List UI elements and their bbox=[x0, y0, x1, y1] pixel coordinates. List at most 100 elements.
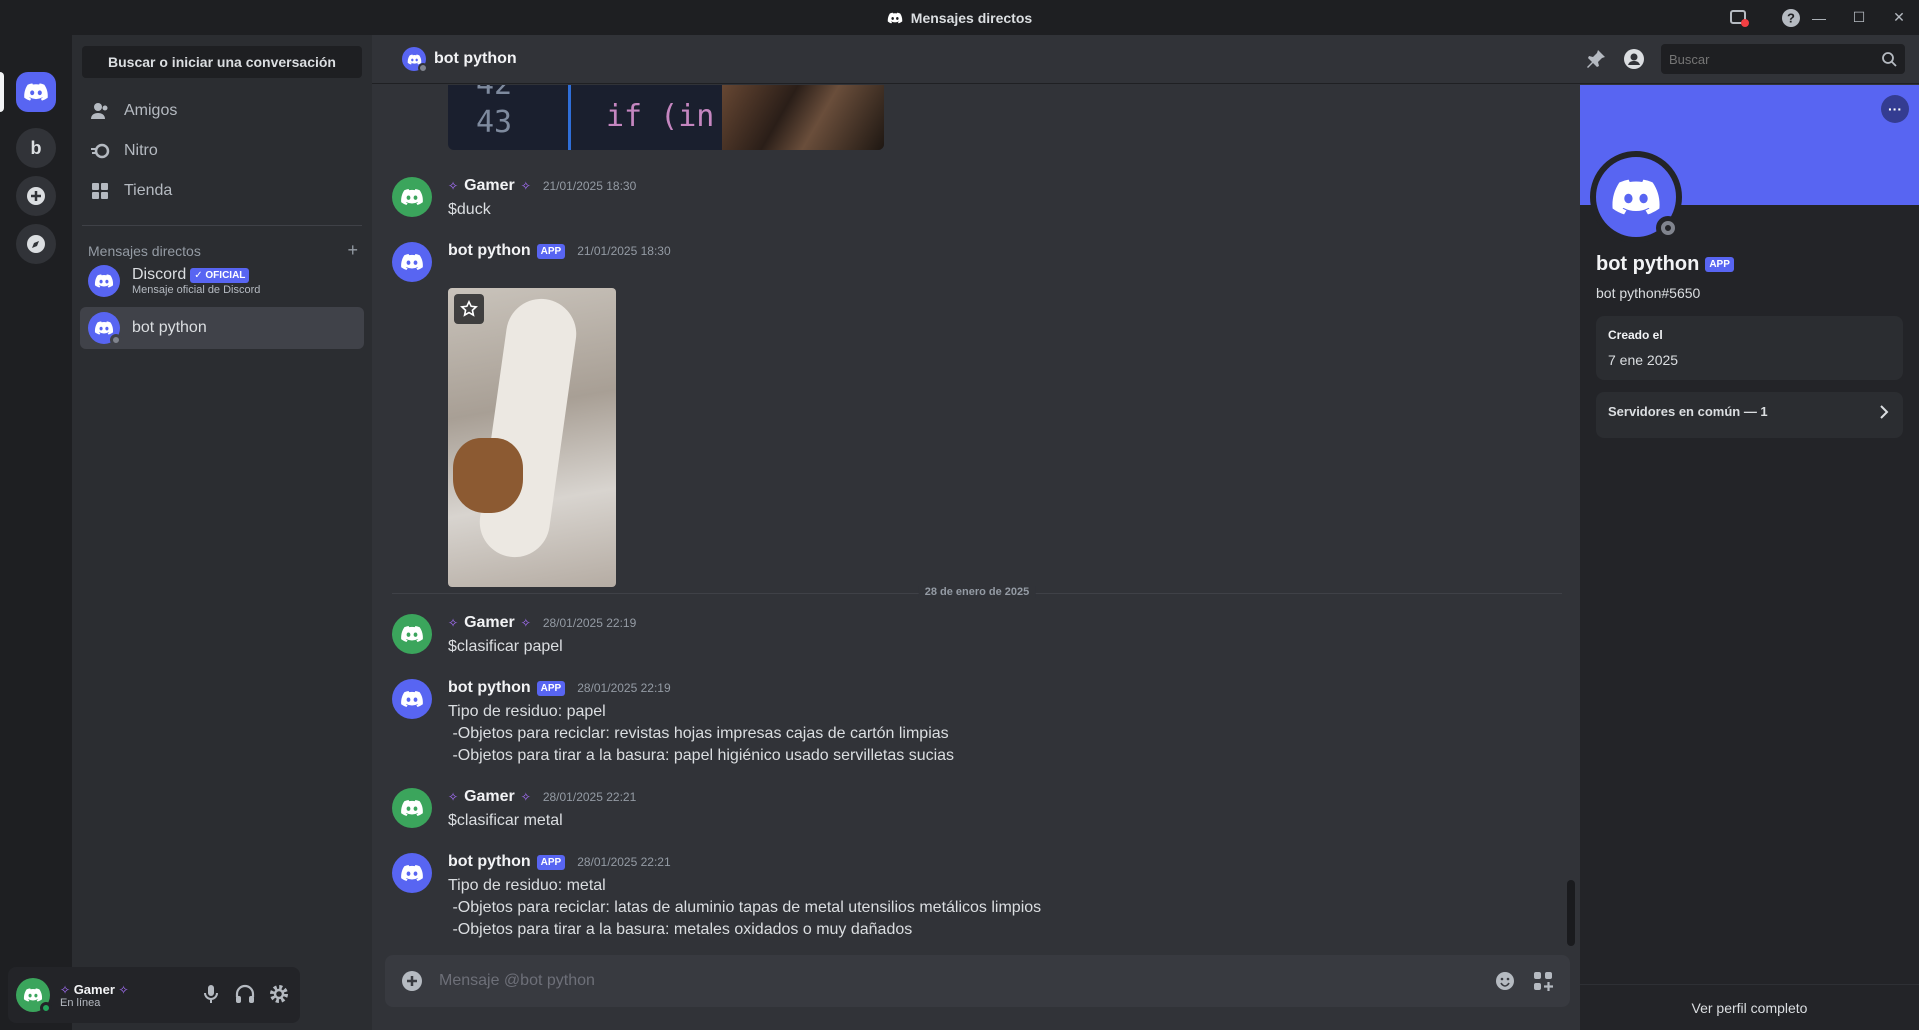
settings-gear-icon[interactable] bbox=[268, 983, 290, 1005]
discord-logo-icon bbox=[94, 271, 114, 291]
plus-circle-icon bbox=[27, 187, 45, 205]
apps-icon[interactable] bbox=[1532, 970, 1554, 992]
help-icon[interactable]: ? bbox=[1781, 8, 1801, 28]
mutual-servers-button[interactable]: Servidores en común — 1 bbox=[1596, 392, 1903, 438]
compass-icon bbox=[27, 235, 45, 253]
avatar[interactable] bbox=[392, 788, 432, 828]
dm-sidebar: Buscar o iniciar una conversación Amigos… bbox=[72, 35, 372, 1030]
dm-item-bot-python[interactable]: bot python bbox=[80, 307, 364, 349]
nav-friends[interactable]: Amigos bbox=[80, 91, 364, 131]
add-server-button[interactable] bbox=[16, 176, 56, 216]
user-avatar[interactable] bbox=[16, 978, 52, 1014]
decoration-icon: ✧ bbox=[60, 982, 71, 997]
profile-tag: bot python#5650 bbox=[1596, 285, 1701, 301]
inbox-alert-icon[interactable] bbox=[1729, 8, 1749, 28]
svg-text:?: ? bbox=[1787, 11, 1795, 26]
channel-name: bot python bbox=[434, 50, 517, 67]
avatar[interactable] bbox=[392, 679, 432, 719]
dm-item-discord[interactable]: Discord ✓ OFICIAL Mensaje oficial de Dis… bbox=[80, 260, 364, 302]
offline-status-icon bbox=[1656, 216, 1680, 240]
discover-button[interactable] bbox=[16, 224, 56, 264]
maximize-icon[interactable]: ☐ bbox=[1839, 9, 1879, 26]
avatar[interactable] bbox=[392, 242, 432, 282]
title-bar: Mensajes directos ? — ☐ ✕ bbox=[0, 0, 1919, 35]
cursor-bar bbox=[568, 85, 571, 150]
user-panel: ✧ Gamer ✧ En línea bbox=[8, 967, 300, 1023]
app-badge: APP bbox=[536, 680, 566, 696]
cat-dog-gif-image[interactable] bbox=[448, 288, 616, 587]
view-full-profile-button[interactable]: Ver perfil completo bbox=[1580, 984, 1919, 1030]
discord-logo-icon bbox=[23, 985, 43, 1005]
decoration-icon: ✧ bbox=[448, 616, 459, 630]
message-input[interactable] bbox=[439, 972, 1494, 990]
user-profile-panel: ··· bot python APP bot python#5650 Cread… bbox=[1580, 85, 1919, 1030]
search-icon bbox=[1882, 52, 1897, 67]
find-conversation-button[interactable]: Buscar o iniciar una conversación bbox=[82, 46, 362, 78]
dm-section-header: Mensajes directos + bbox=[88, 240, 358, 261]
divider bbox=[82, 225, 362, 226]
friends-icon bbox=[91, 103, 108, 119]
avatar[interactable] bbox=[392, 177, 432, 217]
avatar bbox=[402, 47, 428, 73]
avatar[interactable] bbox=[392, 614, 432, 654]
date-separator: 28 de enero de 2025 bbox=[392, 586, 1562, 598]
nav-shop[interactable]: Tienda bbox=[80, 171, 364, 211]
shop-icon bbox=[92, 183, 108, 199]
microphone-icon[interactable] bbox=[200, 983, 222, 1005]
created-card: Creado el 7 ene 2025 bbox=[1596, 316, 1903, 380]
window-controls: — ☐ ✕ bbox=[1799, 0, 1919, 35]
avatar bbox=[88, 265, 120, 297]
profile-name: bot python APP bbox=[1596, 253, 1734, 276]
discord-logo-icon bbox=[400, 796, 424, 820]
add-attachment-icon[interactable] bbox=[401, 970, 423, 992]
decoration-icon: ✧ bbox=[118, 982, 129, 997]
message-list: 42 43 if (in ✧Gamer✧21/01/2025 18:30 $du… bbox=[372, 85, 1580, 950]
headphones-icon[interactable] bbox=[234, 983, 256, 1005]
add-dm-icon[interactable]: + bbox=[347, 240, 358, 261]
decoration-icon: ✧ bbox=[520, 616, 531, 630]
app-badge: APP bbox=[536, 854, 566, 870]
official-badge: ✓ OFICIAL bbox=[190, 267, 250, 283]
close-icon[interactable]: ✕ bbox=[1879, 9, 1919, 26]
favorite-star-icon[interactable] bbox=[454, 294, 484, 324]
online-status-icon bbox=[40, 1002, 52, 1014]
discord-logo-icon bbox=[887, 10, 903, 26]
decoration-icon: ✧ bbox=[448, 179, 459, 193]
more-options-icon[interactable]: ··· bbox=[1881, 95, 1909, 123]
avatar bbox=[88, 312, 122, 346]
discord-logo-icon bbox=[400, 250, 424, 274]
chat-header: bot python bbox=[372, 35, 1919, 84]
avatar[interactable] bbox=[392, 853, 432, 893]
meme-face-image bbox=[722, 85, 884, 150]
discord-logo-icon bbox=[400, 687, 424, 711]
message-composer bbox=[385, 955, 1570, 1007]
decoration-icon: ✧ bbox=[520, 790, 531, 804]
nitro-icon bbox=[91, 143, 110, 159]
app-badge: APP bbox=[536, 243, 566, 259]
offline-status-icon bbox=[418, 63, 428, 73]
selected-indicator bbox=[0, 72, 4, 112]
discord-logo-icon bbox=[400, 861, 424, 885]
scrollbar[interactable] bbox=[1567, 880, 1575, 946]
server-list: b bbox=[0, 35, 72, 1030]
emoji-icon[interactable] bbox=[1494, 970, 1516, 992]
minimize-icon[interactable]: — bbox=[1799, 10, 1839, 26]
nav-nitro[interactable]: Nitro bbox=[80, 131, 364, 171]
search-box bbox=[1661, 44, 1905, 74]
search-input[interactable] bbox=[1661, 44, 1905, 74]
user-profile-icon[interactable] bbox=[1623, 48, 1645, 70]
home-button[interactable] bbox=[16, 72, 56, 112]
pin-icon[interactable] bbox=[1585, 48, 1607, 70]
discord-logo-icon bbox=[23, 79, 49, 105]
code-screenshot-image[interactable]: 42 43 if (in bbox=[448, 85, 884, 150]
discord-logo-icon bbox=[400, 185, 424, 209]
dog-shape bbox=[453, 438, 523, 513]
server-b[interactable]: b bbox=[16, 128, 56, 168]
chevron-right-icon bbox=[1880, 404, 1889, 419]
discord-logo-icon bbox=[400, 622, 424, 646]
discord-logo-icon bbox=[1610, 171, 1662, 223]
window-title: Mensajes directos bbox=[887, 10, 1032, 26]
cat-shape bbox=[475, 294, 581, 562]
decoration-icon: ✧ bbox=[448, 790, 459, 804]
app-badge: APP bbox=[1705, 257, 1734, 272]
